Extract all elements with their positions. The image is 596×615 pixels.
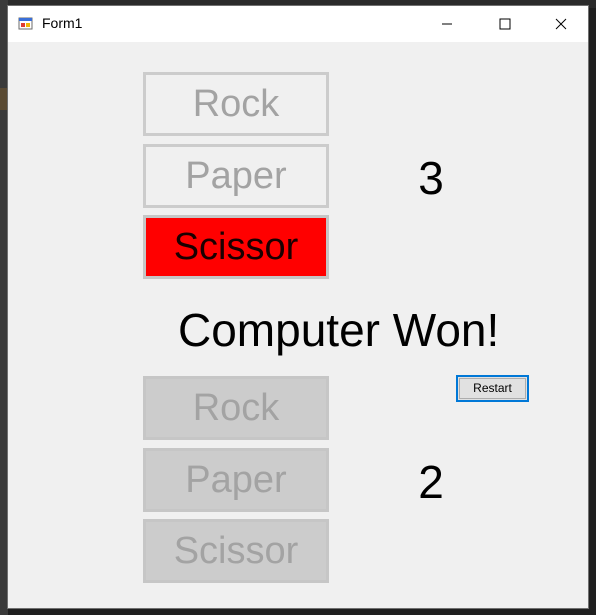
title-bar[interactable]: Form1 (8, 6, 588, 42)
winforms-app-icon (18, 17, 33, 30)
restart-label: Restart (473, 381, 512, 395)
computer-paper-button: Paper (143, 448, 329, 512)
computer-rock-button: Rock (143, 376, 329, 440)
maximize-icon (499, 18, 511, 30)
computer-score: 2 (418, 456, 444, 508)
player-rock-button[interactable]: Rock (143, 72, 329, 136)
computer-scissor-button: Scissor (143, 519, 329, 583)
minimize-icon (442, 23, 452, 25)
player-scissor-button[interactable]: Scissor (143, 215, 329, 279)
form1-window: Form1 Rock Paper Scissor 3 Computer Won!… (7, 5, 589, 609)
maximize-button[interactable] (476, 6, 534, 42)
close-button[interactable] (532, 6, 590, 42)
result-label: Computer Won! (178, 304, 500, 356)
close-icon (555, 18, 567, 30)
restart-button[interactable]: Restart (456, 375, 529, 402)
player-score: 3 (418, 152, 444, 204)
window-title: Form1 (42, 15, 83, 31)
player-paper-button[interactable]: Paper (143, 144, 329, 208)
minimize-button[interactable] (418, 6, 476, 42)
